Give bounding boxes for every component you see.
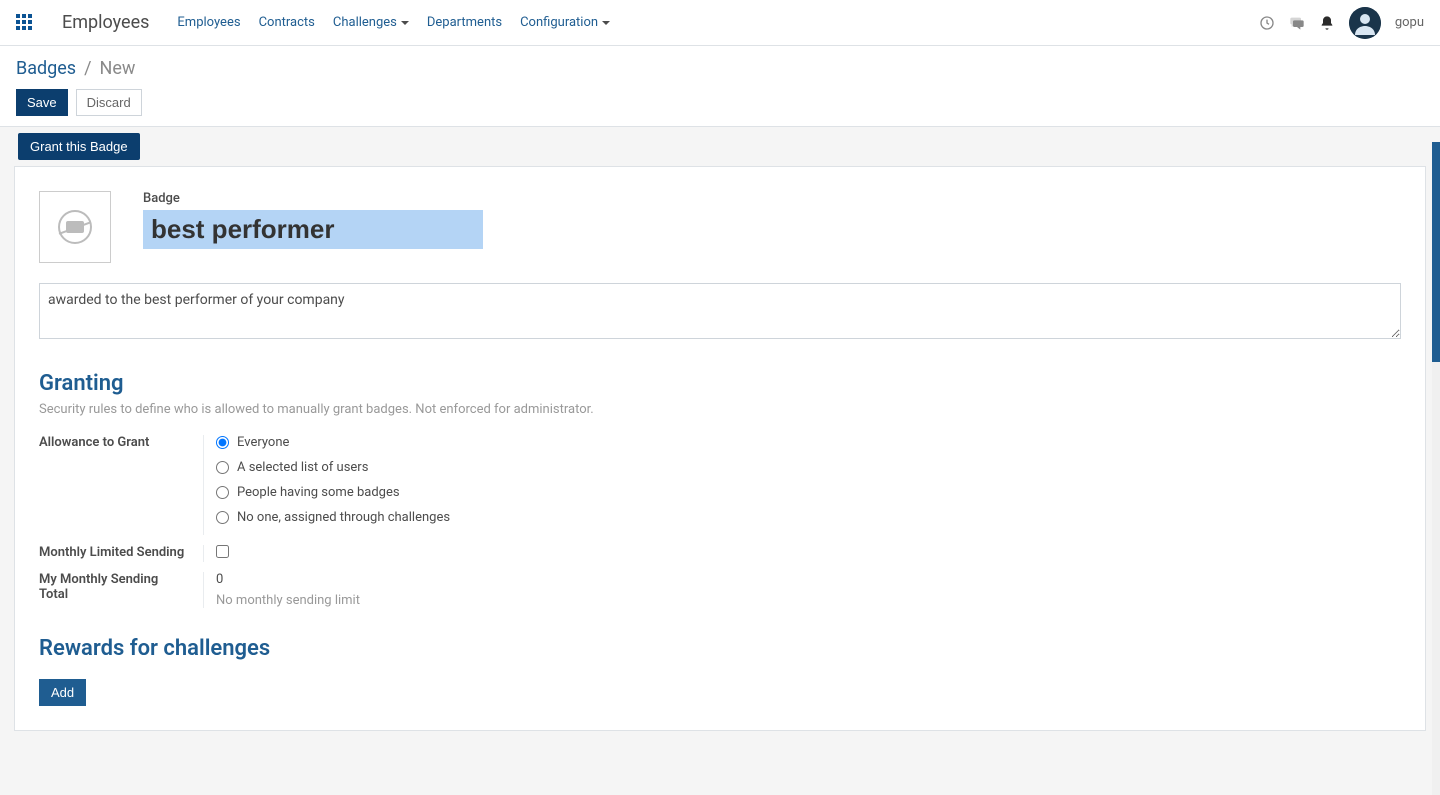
- nav-employees[interactable]: Employees: [177, 15, 240, 30]
- messages-icon[interactable]: [1289, 15, 1305, 31]
- bell-icon[interactable]: [1319, 15, 1335, 31]
- app-title: Employees: [62, 12, 149, 33]
- avatar[interactable]: [1349, 7, 1381, 39]
- form-row-monthly-total: My Monthly Sending Total 0 No monthly se…: [39, 572, 1401, 608]
- nav-menu: Employees Contracts Challenges Departmen…: [177, 15, 610, 30]
- apps-grid-icon[interactable]: [16, 14, 34, 32]
- radio-noone[interactable]: No one, assigned through challenges: [216, 510, 503, 525]
- caret-down-icon: [602, 21, 610, 25]
- monthly-limited-checkbox[interactable]: [216, 545, 229, 558]
- save-button[interactable]: Save: [16, 89, 68, 116]
- form-row-monthly-limited: Monthly Limited Sending: [39, 545, 1401, 562]
- breadcrumb-root[interactable]: Badges: [16, 58, 76, 79]
- control-panel: Badges / New Save Discard: [0, 46, 1440, 127]
- breadcrumb-separator: /: [84, 58, 91, 79]
- statusbar: Grant this Badge: [0, 127, 1440, 166]
- rewards-title: Rewards for challenges: [39, 636, 1401, 661]
- nav-configuration[interactable]: Configuration: [520, 15, 610, 30]
- badge-name-label: Badge: [143, 191, 1401, 206]
- form-row-allowance: Allowance to Grant Everyone A selected l…: [39, 435, 1401, 535]
- monthly-total-label: My Monthly Sending Total: [39, 572, 158, 602]
- radio-everyone-label: Everyone: [237, 435, 289, 450]
- radio-everyone-input[interactable]: [216, 436, 229, 449]
- top-navbar: Employees Employees Contracts Challenges…: [0, 0, 1440, 46]
- username[interactable]: gopu: [1395, 15, 1424, 30]
- monthly-limited-label: Monthly Limited Sending: [39, 545, 184, 560]
- radio-everyone[interactable]: Everyone: [216, 435, 503, 450]
- radio-badges[interactable]: People having some badges: [216, 485, 503, 500]
- nav-contracts[interactable]: Contracts: [259, 15, 315, 30]
- nav-systray: gopu: [1259, 7, 1424, 39]
- discard-button[interactable]: Discard: [76, 89, 142, 116]
- header-row: Badge: [39, 191, 1401, 263]
- image-field[interactable]: [39, 191, 111, 263]
- scrollbar-thumb[interactable]: [1432, 142, 1440, 362]
- caret-down-icon: [401, 21, 409, 25]
- nav-challenges[interactable]: Challenges: [333, 15, 409, 30]
- form-sheet: Badge Granting Security rules to define …: [14, 166, 1426, 731]
- radio-selected[interactable]: A selected list of users: [216, 460, 503, 475]
- radio-selected-input[interactable]: [216, 461, 229, 474]
- description-textarea[interactable]: [39, 283, 1401, 339]
- radio-noone-label: No one, assigned through challenges: [237, 510, 450, 525]
- allowance-label: Allowance to Grant: [39, 435, 149, 450]
- control-buttons: Save Discard: [16, 89, 1424, 116]
- monthly-total-value: 0: [216, 572, 503, 587]
- breadcrumb-current: New: [100, 58, 136, 79]
- add-reward-button[interactable]: Add: [39, 679, 86, 706]
- scrollbar[interactable]: [1432, 142, 1440, 795]
- radio-noone-input[interactable]: [216, 511, 229, 524]
- radio-badges-label: People having some badges: [237, 485, 400, 500]
- grant-badge-button[interactable]: Grant this Badge: [18, 133, 140, 160]
- breadcrumb: Badges / New: [16, 58, 1424, 79]
- content-wrap: Grant this Badge Badge Granting Security…: [0, 127, 1440, 731]
- monthly-total-hint: No monthly sending limit: [216, 593, 503, 608]
- radio-selected-label: A selected list of users: [237, 460, 368, 475]
- granting-title: Granting: [39, 371, 1401, 396]
- activity-icon[interactable]: [1259, 15, 1275, 31]
- granting-subtitle: Security rules to define who is allowed …: [39, 402, 1401, 417]
- radio-badges-input[interactable]: [216, 486, 229, 499]
- nav-departments[interactable]: Departments: [427, 15, 502, 30]
- badge-name-input[interactable]: [143, 210, 483, 249]
- camera-placeholder-icon: [58, 210, 92, 244]
